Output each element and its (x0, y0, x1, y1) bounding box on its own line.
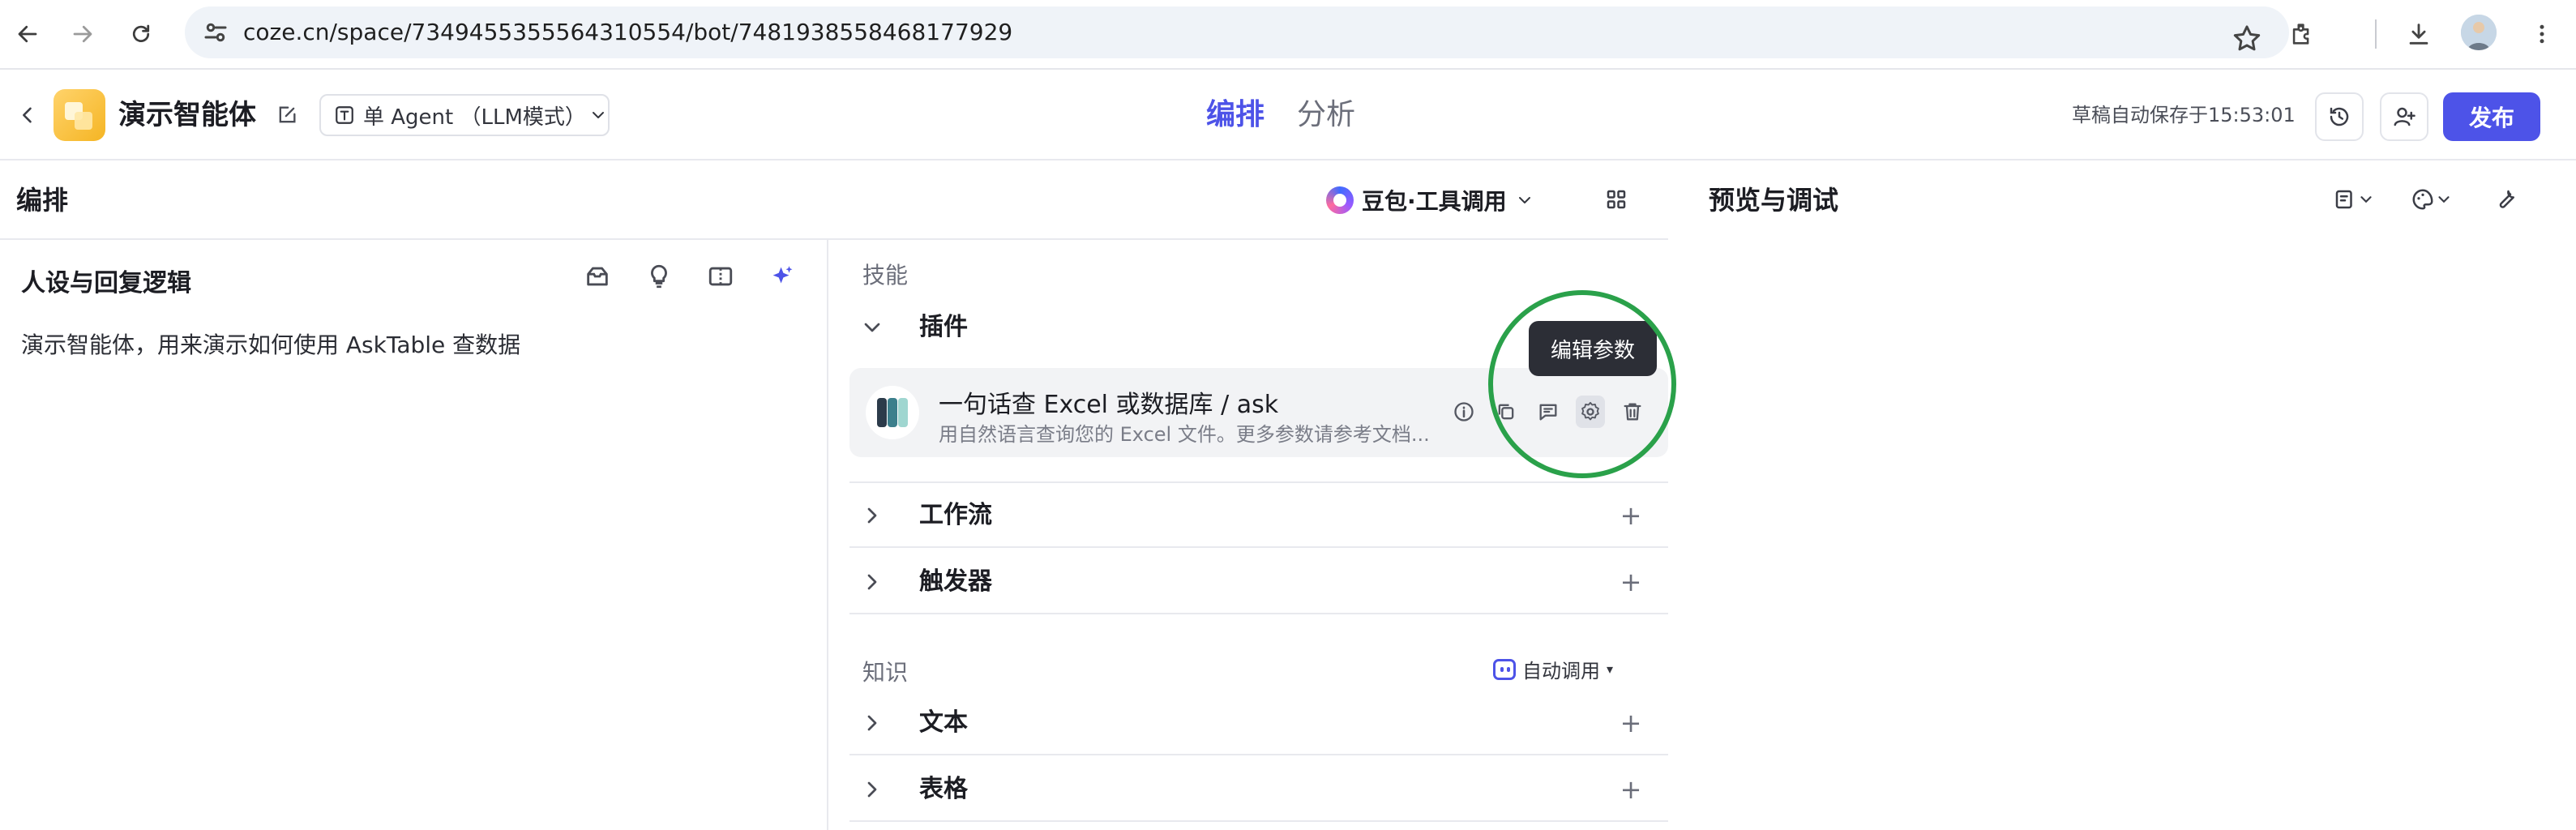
trigger-label: 触发器 (919, 567, 992, 596)
agent-mode-select[interactable]: 单 Agent （LLM模式） (319, 94, 610, 136)
model-select[interactable]: 豆包·工具调用 (1326, 182, 1534, 219)
info-icon[interactable] (1449, 396, 1478, 428)
address-bar[interactable]: coze.cn/space/7349455355564310554/bot/74… (185, 6, 2289, 58)
workflow-group-header[interactable]: 工作流 + (849, 483, 1668, 548)
browser-menu-icon[interactable] (2523, 15, 2561, 53)
knowledge-section-label: 知识 (862, 659, 909, 686)
extensions-icon[interactable] (2283, 15, 2321, 53)
tab-analysis[interactable]: 分析 (1297, 70, 1355, 160)
robot-icon (1493, 658, 1516, 680)
edit-icon[interactable] (267, 96, 306, 135)
back-arrow-icon[interactable] (8, 15, 47, 53)
history-button[interactable] (2315, 92, 2364, 141)
plugin-name: 一句话查 Excel 或数据库 / ask (939, 391, 1279, 419)
chevron-right-icon (859, 777, 885, 802)
plugin-logo (866, 386, 919, 439)
workflow-label: 工作流 (919, 501, 992, 529)
main-tabs: 编排 分析 (1206, 70, 1355, 160)
preview-title: 预览与调试 (1709, 185, 1839, 216)
persona-title: 人设与回复逻辑 (21, 269, 191, 297)
prompt-library-icon[interactable] (580, 259, 614, 293)
preview-header: 预览与调试 (1668, 160, 2576, 240)
url-text: coze.cn/space/7349455355564310554/bot/74… (243, 19, 1013, 45)
chevron-right-icon (859, 569, 885, 595)
debug-wrench-icon[interactable] (2487, 180, 2526, 219)
site-settings-icon[interactable] (201, 18, 230, 47)
persona-toolbar (580, 259, 799, 293)
chevron-down-icon (588, 105, 608, 125)
tab-orchestrate[interactable]: 编排 (1206, 70, 1264, 160)
profile-avatar[interactable] (2461, 15, 2497, 50)
plugins-label: 插件 (919, 313, 968, 341)
layout-grid-icon[interactable] (1597, 180, 1636, 219)
persona-prompt-text[interactable]: 演示智能体，用来演示如何使用 AskTable 查数据 (21, 327, 520, 360)
caret-down-icon: ▾ (1607, 661, 1614, 677)
preview-settings-dropdown[interactable] (2320, 180, 2388, 219)
text-knowledge-group-header[interactable]: 文本 + (849, 691, 1668, 755)
persona-panel: 人设与回复逻辑 演示智能体，用来演示如何使用 AskTable 查数据 (0, 240, 828, 830)
chevron-down-icon (2435, 190, 2453, 208)
agent-mode-label: 单 Agent （LLM模式） (363, 105, 586, 130)
autosave-status: 草稿自动保存于15:53:01 (2072, 104, 2296, 126)
toolbar-divider (2375, 19, 2377, 49)
chevron-down-icon (1515, 190, 1534, 210)
reload-icon[interactable] (122, 15, 160, 53)
add-text-plus-icon[interactable]: + (1618, 710, 1644, 736)
collaborate-button[interactable] (2380, 92, 2428, 141)
history-icon (2327, 105, 2351, 129)
chevron-right-icon (859, 503, 885, 528)
bot-avatar (53, 89, 105, 141)
bookmark-star-icon[interactable] (2231, 23, 2263, 55)
bot-name: 演示智能体 (118, 99, 256, 131)
forward-arrow-icon[interactable] (63, 15, 102, 53)
orchestrate-title: 编排 (16, 185, 69, 216)
palette-icon (2411, 187, 2435, 212)
chevron-down-icon (859, 314, 885, 340)
lightbulb-icon[interactable] (642, 259, 676, 293)
orchestrate-header: 编排 豆包·工具调用 (0, 160, 1668, 240)
chevron-down-icon (2357, 190, 2375, 208)
doubao-model-icon (1326, 186, 1354, 214)
add-user-icon (2392, 105, 2416, 129)
auto-call-select[interactable]: 自动调用 ▾ (1493, 655, 1613, 683)
download-icon[interactable] (2399, 15, 2438, 53)
table-knowledge-group-header[interactable]: 表格 + (849, 757, 1668, 822)
add-table-plus-icon[interactable]: + (1618, 777, 1644, 802)
skills-section-label: 技能 (862, 262, 909, 289)
app-header: 演示智能体 单 Agent （LLM模式） 编排 分析 草稿自动保存于15:53… (0, 70, 2576, 160)
table-knowledge-label: 表格 (919, 775, 968, 803)
auto-call-label: 自动调用 (1522, 660, 1600, 682)
browser-toolbar: coze.cn/space/7349455355564310554/bot/74… (0, 0, 2576, 70)
theme-dropdown[interactable] (2398, 180, 2466, 219)
trigger-group-header[interactable]: 触发器 + (849, 550, 1668, 614)
publish-button[interactable]: 发布 (2443, 92, 2540, 141)
model-label: 豆包·工具调用 (1362, 188, 1507, 215)
back-chevron-icon[interactable] (8, 96, 47, 135)
chevron-right-icon (859, 710, 885, 736)
document-settings-icon (2333, 187, 2357, 212)
add-trigger-plus-icon[interactable]: + (1618, 569, 1644, 595)
plugin-description: 用自然语言查询您的 Excel 文件。更多参数请参考文档... (939, 423, 1430, 446)
add-workflow-plus-icon[interactable]: + (1618, 503, 1644, 528)
agent-mode-icon (334, 105, 355, 126)
highlight-circle-annotation (1488, 290, 1676, 478)
ai-optimize-sparkle-icon[interactable] (765, 259, 799, 293)
split-view-icon[interactable] (704, 259, 738, 293)
text-knowledge-label: 文本 (919, 708, 968, 737)
